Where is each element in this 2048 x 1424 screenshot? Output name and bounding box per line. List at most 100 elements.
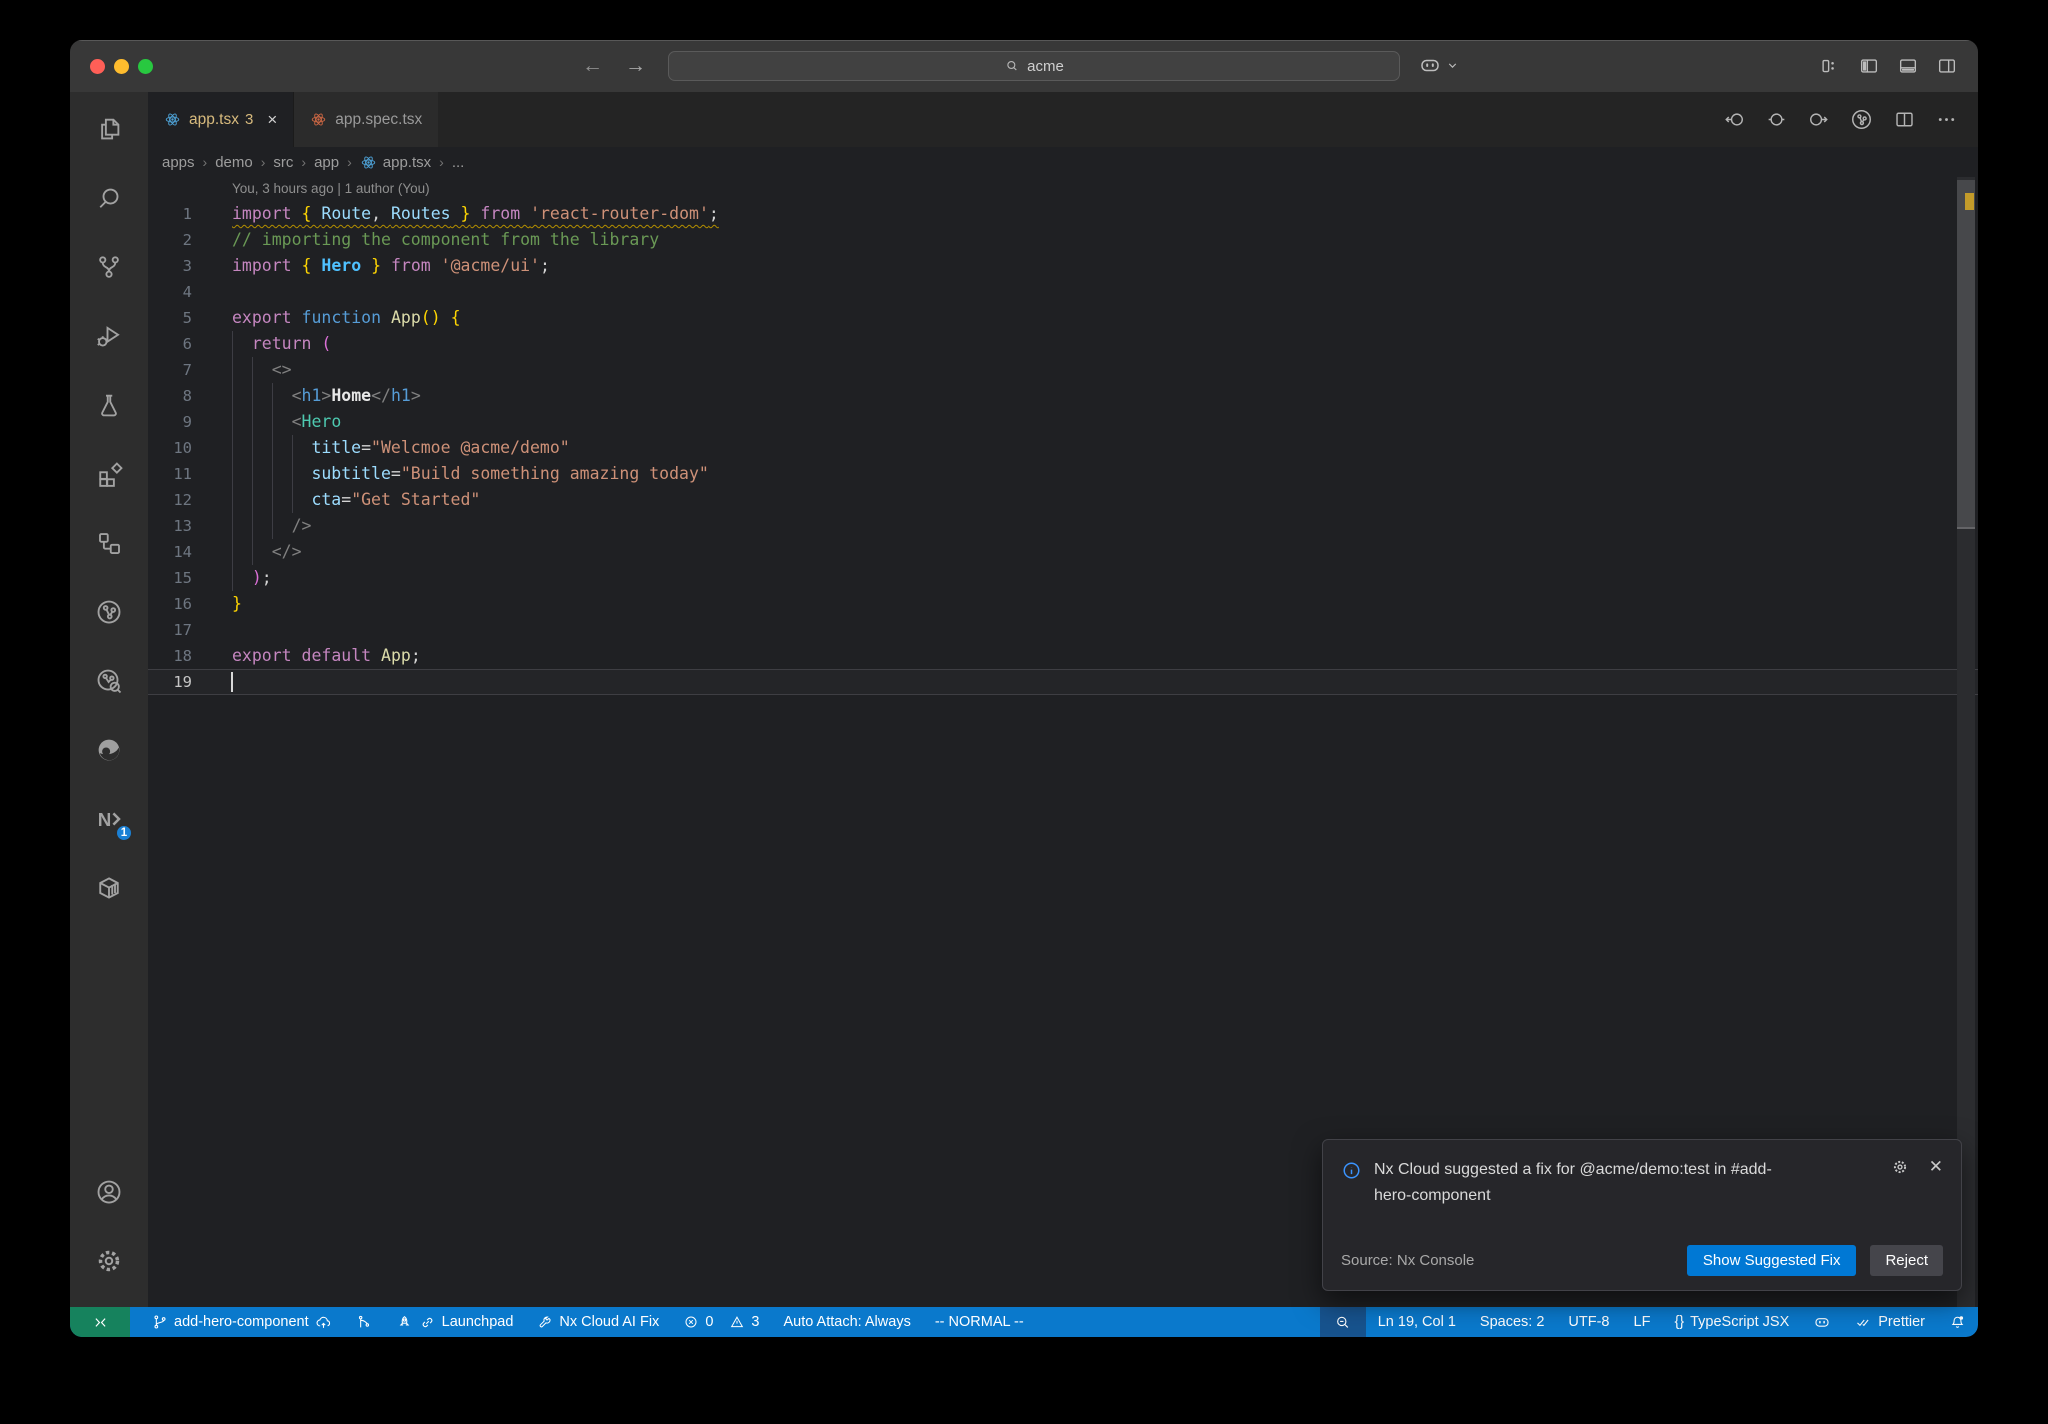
code-line-5[interactable]: 5 export function App() {	[148, 305, 1978, 331]
code-line-18[interactable]: 18 export default App;	[148, 643, 1978, 669]
code-line-8[interactable]: 8 <h1>Home</h1>	[148, 383, 1978, 409]
eol-item[interactable]: LF	[1622, 1307, 1663, 1337]
code-line-6[interactable]: 6 return (	[148, 331, 1978, 357]
code-line-11[interactable]: 11 subtitle="Build something amazing toda…	[148, 461, 1978, 487]
customize-layout-icon[interactable]	[1819, 55, 1841, 77]
cursor-position-item[interactable]: Ln 19, Col 1	[1366, 1307, 1468, 1337]
code-line-1[interactable]: 1 import { Route, Routes } from 'react-ro…	[148, 201, 1978, 227]
testing-icon[interactable]	[70, 370, 148, 439]
breadcrumb-item-app[interactable]: app	[314, 154, 339, 171]
code-line-16[interactable]: 16}	[148, 591, 1978, 617]
package-cube-icon[interactable]	[70, 853, 148, 922]
breadcrumb-item-apptsx[interactable]: app.tsx	[360, 154, 431, 171]
cloud-upload-icon	[316, 1316, 330, 1328]
command-center-text: acme	[1027, 57, 1064, 75]
code-line-17[interactable]: 17	[148, 617, 1978, 643]
react-file-icon	[164, 111, 181, 128]
indentation-item[interactable]: Spaces: 2	[1468, 1307, 1557, 1337]
bell-icon	[1951, 1315, 1964, 1328]
copilot-menu-button[interactable]	[1418, 53, 1459, 77]
breadcrumb-item-src[interactable]: src	[273, 154, 293, 171]
language-mode-item[interactable]: {} TypeScript JSX	[1662, 1307, 1801, 1337]
link-icon	[422, 1317, 432, 1327]
current-change-icon[interactable]	[1765, 108, 1788, 131]
code-line-2[interactable]: 2// importing the component from the lib…	[148, 227, 1978, 253]
close-tab-icon[interactable]: ×	[267, 111, 277, 128]
code-line-4[interactable]: 4	[148, 279, 1978, 305]
toggle-sidebar-right-icon[interactable]	[1936, 55, 1958, 77]
code-line-12[interactable]: 12 cta="Get Started"	[148, 487, 1978, 513]
code-line-10[interactable]: 10 title="Welcmoe @acme/demo"	[148, 435, 1978, 461]
line-number: 10	[173, 439, 192, 457]
nx-cloud-ai-fix-item[interactable]: Nx Cloud AI Fix	[525, 1307, 671, 1337]
search-icon	[1004, 58, 1020, 74]
encoding-item[interactable]: UTF-8	[1556, 1307, 1621, 1337]
tab-app-spec-tsx[interactable]: app.spec.tsx	[293, 92, 439, 147]
split-editor-icon[interactable]	[1893, 108, 1916, 131]
breadcrumb-separator: ›	[260, 154, 266, 170]
line-number: 6	[182, 335, 192, 353]
scrollbar-thumb[interactable]	[1957, 180, 1975, 527]
history-back-icon[interactable]: ←	[582, 54, 603, 78]
nx-graph-icon[interactable]	[70, 577, 148, 646]
reject-button[interactable]: Reject	[1870, 1245, 1943, 1276]
breadcrumb-item-[interactable]: ...	[452, 154, 465, 171]
react-test-file-icon	[310, 111, 327, 128]
nx-graph-search-icon[interactable]	[70, 646, 148, 715]
code-line-15[interactable]: 15);	[148, 565, 1978, 591]
tab-app-tsx[interactable]: app.tsx 3 ×	[148, 92, 294, 147]
previous-change-icon[interactable]	[1723, 108, 1746, 131]
nx-run-target-icon[interactable]	[1849, 107, 1874, 132]
copilot-status-item[interactable]	[1801, 1307, 1843, 1337]
show-suggested-fix-button[interactable]: Show Suggested Fix	[1686, 1245, 1857, 1276]
toggle-sidebar-left-icon[interactable]	[1858, 55, 1880, 77]
code-line-14[interactable]: 14 </>	[148, 539, 1978, 565]
edge-devtools-icon[interactable]	[70, 715, 148, 784]
auto-attach-item[interactable]: Auto Attach: Always	[771, 1307, 922, 1337]
line-number: 16	[173, 595, 192, 613]
line-number: 17	[173, 621, 192, 639]
problems-item[interactable]: 0 3	[671, 1307, 771, 1337]
source-control-graph-button[interactable]	[344, 1307, 384, 1337]
history-forward-icon[interactable]: →	[625, 54, 646, 78]
launchpad-item[interactable]: Launchpad	[384, 1307, 526, 1337]
editor-group: app.tsx 3 × app.spec.tsx apps › demo › s…	[148, 92, 1978, 1307]
zoom-indicator-item[interactable]	[1319, 1307, 1366, 1337]
run-debug-icon[interactable]	[70, 301, 148, 370]
notifications-bell-item[interactable]	[1937, 1307, 1978, 1337]
code-line-7[interactable]: 7 <>	[148, 357, 1978, 383]
command-center-search[interactable]: acme	[668, 51, 1400, 81]
formatter-item[interactable]: Prettier	[1843, 1307, 1937, 1337]
zoom-out-icon	[1337, 1316, 1349, 1328]
code-editor[interactable]: You, 3 hours ago | 1 author (You) 1 impor…	[148, 177, 1978, 695]
breadcrumb-item-demo[interactable]: demo	[215, 154, 253, 171]
minimize-window-button[interactable]	[114, 59, 129, 74]
vim-mode-item[interactable]: -- NORMAL --	[923, 1307, 1036, 1337]
breadcrumb-separator: ›	[301, 154, 307, 170]
nx-console-icon[interactable]: N1	[70, 784, 148, 853]
extensions-icon[interactable]	[70, 439, 148, 508]
more-actions-icon[interactable]	[1935, 108, 1958, 131]
account-icon[interactable]	[70, 1157, 148, 1226]
code-line-19[interactable]: 19	[148, 669, 1978, 695]
toggle-panel-icon[interactable]	[1897, 55, 1919, 77]
explorer-icon[interactable]	[70, 94, 148, 163]
maximize-window-button[interactable]	[138, 59, 153, 74]
notification-settings-gear-icon[interactable]	[1891, 1158, 1909, 1176]
code-line-9[interactable]: 9 <Hero	[148, 409, 1978, 435]
git-branch-item[interactable]: add-hero-component	[140, 1307, 344, 1337]
tab-problems-badge: 3	[244, 111, 254, 128]
rocket-icon	[399, 1315, 409, 1325]
source-control-icon[interactable]	[70, 232, 148, 301]
remote-indicator[interactable]	[70, 1307, 130, 1337]
code-line-13[interactable]: 13/>	[148, 513, 1978, 539]
double-check-icon	[1857, 1319, 1869, 1326]
close-window-button[interactable]	[90, 59, 105, 74]
code-line-3[interactable]: 3 import { Hero } from '@acme/ui';	[148, 253, 1978, 279]
hierarchy-icon[interactable]	[70, 508, 148, 577]
next-change-icon[interactable]	[1807, 108, 1830, 131]
breadcrumb-item-apps[interactable]: apps	[162, 154, 195, 171]
notification-close-icon[interactable]: ✕	[1929, 1157, 1943, 1177]
search-icon[interactable]	[70, 163, 148, 232]
settings-gear-icon[interactable]	[70, 1226, 148, 1295]
